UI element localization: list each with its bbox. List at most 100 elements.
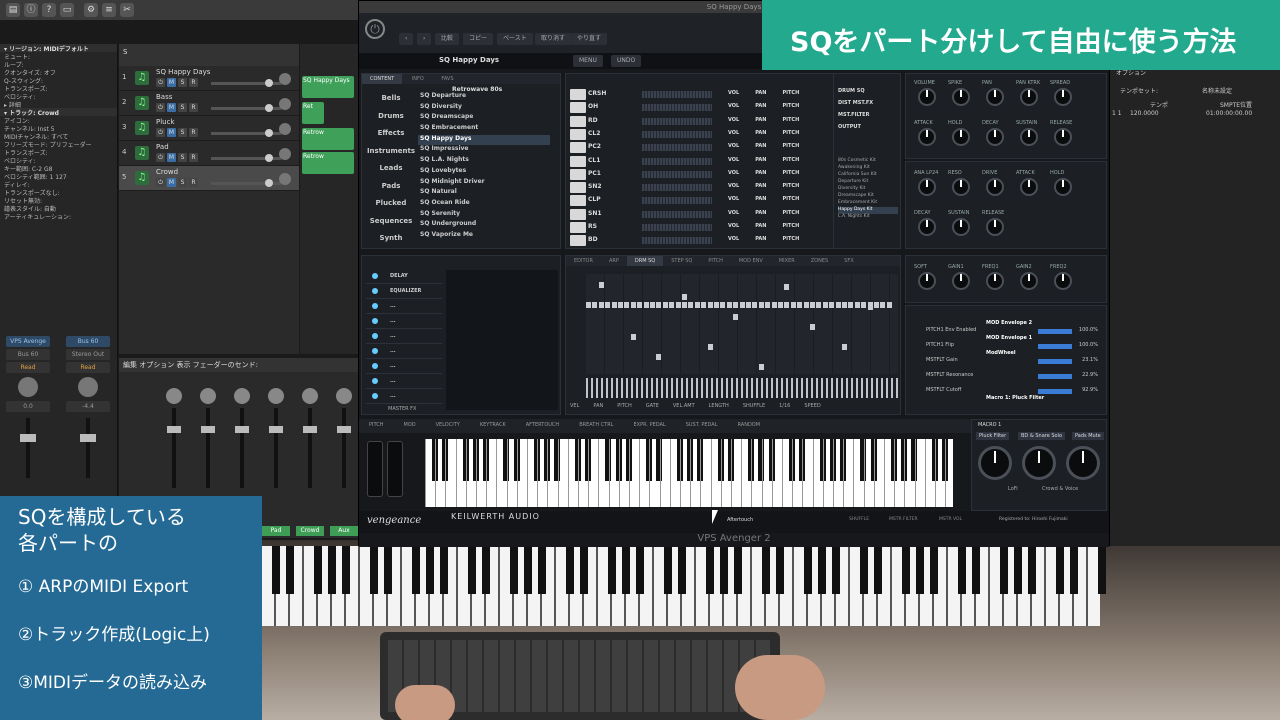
- solo-button[interactable]: S: [178, 78, 187, 87]
- knob[interactable]: [918, 88, 936, 106]
- step-cell[interactable]: [854, 302, 860, 308]
- step-cell[interactable]: [739, 302, 745, 308]
- category-item[interactable]: Drums: [366, 112, 416, 130]
- drum-pad[interactable]: [570, 195, 586, 207]
- knob[interactable]: [986, 272, 1004, 290]
- kit-item[interactable]: Diversity Kit: [838, 186, 898, 193]
- preset-item[interactable]: SQ Dreamscape: [418, 113, 550, 124]
- redo-button[interactable]: やり直す: [571, 33, 608, 45]
- volume-fader[interactable]: [80, 418, 96, 478]
- fader[interactable]: [303, 408, 317, 488]
- fx-slot[interactable]: DELAY: [366, 268, 442, 284]
- track-name[interactable]: SQ Happy Days: [156, 68, 210, 76]
- step-cell[interactable]: [720, 302, 726, 308]
- solo-label[interactable]: S: [123, 48, 127, 56]
- track-name[interactable]: Crowd: [156, 168, 178, 176]
- record-button[interactable]: R: [189, 78, 198, 87]
- step-cell[interactable]: [598, 282, 604, 288]
- pan-knob[interactable]: [279, 73, 291, 85]
- track-row[interactable]: 1 ♫ SQ Happy Days ⏻ M S R: [119, 66, 299, 91]
- region[interactable]: Retrow: [302, 152, 354, 174]
- knob[interactable]: [986, 218, 1004, 236]
- route-item[interactable]: DRUM SQ: [838, 88, 865, 94]
- seq-tab[interactable]: DRM SQ: [626, 256, 664, 266]
- mod-amount-bar[interactable]: [1038, 359, 1072, 364]
- seq-tab[interactable]: STEP SQ: [663, 256, 700, 266]
- track-name[interactable]: Pluck: [156, 118, 175, 126]
- knob[interactable]: [986, 88, 1004, 106]
- step-cell[interactable]: [867, 304, 873, 310]
- drum-pad[interactable]: [570, 102, 586, 114]
- tab-favs[interactable]: FAVS: [433, 74, 461, 84]
- inspector-row[interactable]: アーティキュレーション:: [0, 212, 117, 220]
- inspector-row[interactable]: ベロシティ範囲: 1 127: [0, 172, 117, 180]
- fx-slot[interactable]: EQUALIZER: [366, 283, 442, 299]
- category-item[interactable]: Synth: [366, 234, 416, 252]
- record-button[interactable]: R: [189, 103, 198, 112]
- kit-item[interactable]: California Sun Kit: [838, 172, 898, 179]
- power-icon[interactable]: ⏻: [156, 178, 165, 187]
- power-icon[interactable]: ⏻: [156, 128, 165, 137]
- knob[interactable]: [952, 272, 970, 290]
- step-cell[interactable]: [829, 302, 835, 308]
- master-filter-button[interactable]: MSTR FILTER: [889, 517, 918, 522]
- mute-button[interactable]: M: [167, 178, 176, 187]
- seq-control[interactable]: SHUFFLE: [743, 403, 765, 409]
- inspector-row[interactable]: リセット無効:: [0, 196, 117, 204]
- track-row[interactable]: 3 ♫ Pluck ⏻ M S R: [119, 116, 299, 141]
- inspector-row[interactable]: ディレイ:: [0, 180, 117, 188]
- pan-knob[interactable]: [78, 377, 98, 397]
- inspector-row[interactable]: MIDIチャンネル: すべて: [0, 132, 117, 140]
- seq-tab[interactable]: ZONES: [803, 256, 836, 266]
- region[interactable]: Retrow: [302, 128, 354, 150]
- step-cell[interactable]: [733, 314, 739, 320]
- step-cell[interactable]: [694, 302, 700, 308]
- mod-source-tab[interactable]: SUST. PEDAL: [686, 422, 718, 428]
- copy-button[interactable]: コピー: [463, 33, 494, 45]
- preset-item[interactable]: SQ Natural: [418, 188, 550, 199]
- tempo-set-name[interactable]: 名称未設定: [1202, 86, 1232, 95]
- inspector-row[interactable]: 譜表スタイル: 自動: [0, 204, 117, 212]
- knob[interactable]: [952, 218, 970, 236]
- macro-button[interactable]: Pluck Filter: [976, 432, 1010, 440]
- step-cell[interactable]: [765, 302, 771, 308]
- paste-button[interactable]: ペースト: [497, 33, 533, 45]
- step-cell[interactable]: [624, 302, 630, 308]
- fader[interactable]: [337, 408, 351, 488]
- macro-knob[interactable]: [978, 446, 1012, 480]
- automation-mode[interactable]: Read: [66, 362, 110, 373]
- inspector-row[interactable]: フリーズモード: プリフェーダー: [0, 140, 117, 148]
- step-cell[interactable]: [810, 302, 815, 308]
- mod-amount-bar[interactable]: [1038, 374, 1072, 379]
- step-cell[interactable]: [752, 302, 758, 308]
- step-grid[interactable]: [586, 274, 898, 374]
- preset-item[interactable]: SQ Vaporize Me: [418, 231, 550, 242]
- drum-pad[interactable]: [570, 208, 586, 220]
- seq-tab[interactable]: MIXER: [771, 256, 803, 266]
- volume-slider[interactable]: [211, 79, 281, 87]
- track-row[interactable]: 4 ♫ Pad ⏻ M S R: [119, 141, 299, 166]
- mute-button[interactable]: M: [167, 153, 176, 162]
- seq-tab[interactable]: PITCH: [700, 256, 731, 266]
- step-cell[interactable]: [822, 302, 828, 308]
- preset-item[interactable]: SQ Serenity: [418, 210, 550, 221]
- mod-source-tab[interactable]: RANDOM: [738, 422, 761, 428]
- editors-icon[interactable]: ✂: [120, 3, 134, 17]
- pan-knob[interactable]: [336, 388, 352, 404]
- volume-slider[interactable]: [211, 104, 281, 112]
- tab-content[interactable]: CONTENT: [362, 74, 403, 84]
- mod-source-tab[interactable]: MOD: [404, 422, 416, 428]
- seq-control[interactable]: VEL.AMT: [673, 403, 695, 409]
- route-item[interactable]: DIST MST.FX: [838, 100, 873, 106]
- knob[interactable]: [918, 178, 936, 196]
- instrument-slot[interactable]: VPS Avenge: [6, 336, 50, 347]
- step-cell[interactable]: [637, 302, 643, 308]
- row-tempo[interactable]: 120.0000: [1130, 110, 1159, 117]
- pan-knob[interactable]: [279, 98, 291, 110]
- seq-control[interactable]: SPEED: [804, 403, 820, 409]
- step-cell[interactable]: [848, 302, 854, 308]
- fx-slot[interactable]: ...: [366, 298, 442, 314]
- fader[interactable]: [167, 408, 181, 488]
- preset-item[interactable]: SQ Happy Days: [418, 134, 550, 146]
- mod-amount-bar[interactable]: [1038, 329, 1072, 334]
